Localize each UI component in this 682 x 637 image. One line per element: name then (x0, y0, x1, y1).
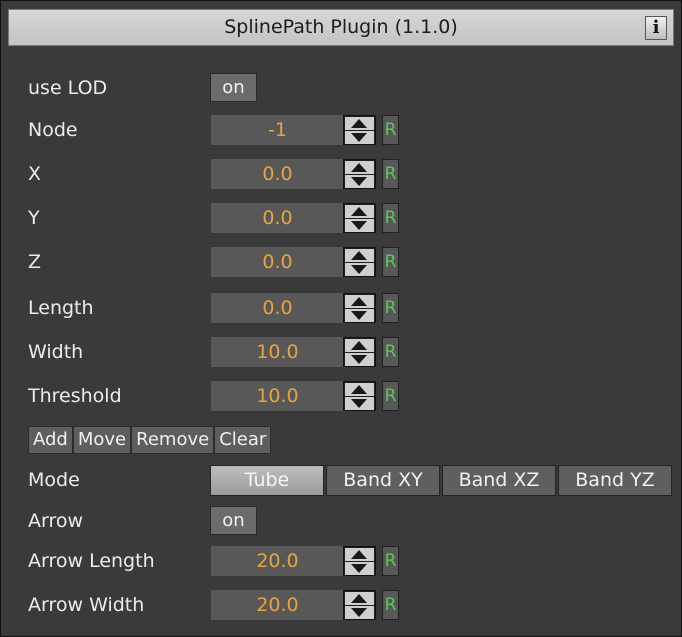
spin-down-icon[interactable] (345, 353, 374, 366)
arrow-length-spinner[interactable] (343, 546, 376, 576)
use-lod-toggle[interactable]: on (210, 73, 257, 102)
param-label-y: Y (28, 207, 40, 229)
mode-option-band-xz[interactable]: Band XZ (442, 465, 556, 496)
spin-up-icon[interactable] (345, 161, 374, 174)
add-button[interactable]: Add (28, 426, 73, 454)
spin-up-icon[interactable] (345, 592, 374, 605)
y-reset-button[interactable]: R (382, 203, 399, 233)
action-button-bar: Add Move Remove Clear (28, 426, 272, 454)
param-label-arrow-width: Arrow Width (28, 594, 145, 616)
arrow-length-value-field[interactable]: 20.0 (211, 546, 344, 576)
x-value-field[interactable]: 0.0 (211, 159, 344, 189)
param-label-width: Width (28, 341, 84, 363)
width-spinner[interactable] (343, 337, 376, 367)
move-button[interactable]: Move (72, 426, 132, 454)
arrow-label: Arrow (28, 510, 84, 532)
mode-option-tube[interactable]: Tube (210, 465, 324, 496)
remove-button[interactable]: Remove (131, 426, 215, 454)
mode-option-band-xy[interactable]: Band XY (326, 465, 440, 496)
y-spinner[interactable] (343, 203, 376, 233)
param-label-z: Z (28, 251, 42, 273)
spin-down-icon[interactable] (345, 131, 374, 144)
param-label-arrow-length: Arrow Length (28, 550, 155, 572)
node-reset-button[interactable]: R (382, 115, 399, 145)
arrow-toggle[interactable]: on (210, 506, 257, 535)
spin-down-icon[interactable] (345, 219, 374, 232)
x-reset-button[interactable]: R (382, 159, 399, 189)
length-value-field[interactable]: 0.0 (211, 293, 344, 323)
arrow-width-reset-button[interactable]: R (382, 590, 399, 620)
spin-down-icon[interactable] (345, 562, 374, 575)
threshold-value-field[interactable]: 10.0 (211, 381, 344, 411)
param-label-node: Node (28, 119, 78, 141)
spin-up-icon[interactable] (345, 249, 374, 262)
spin-down-icon[interactable] (345, 397, 374, 410)
length-reset-button[interactable]: R (382, 293, 399, 323)
arrow-width-spinner[interactable] (343, 590, 376, 620)
info-button[interactable]: i (645, 16, 667, 40)
x-spinner[interactable] (343, 159, 376, 189)
use-lod-label: use LOD (28, 77, 108, 99)
threshold-spinner[interactable] (343, 381, 376, 411)
threshold-reset-button[interactable]: R (382, 381, 399, 411)
y-value-field[interactable]: 0.0 (211, 203, 344, 233)
spin-down-icon[interactable] (345, 309, 374, 322)
z-value-field[interactable]: 0.0 (211, 247, 344, 277)
node-spinner[interactable] (343, 115, 376, 145)
param-label-x: X (28, 163, 42, 185)
spin-down-icon[interactable] (345, 263, 374, 276)
arrow-length-reset-button[interactable]: R (382, 546, 399, 576)
param-label-threshold: Threshold (28, 385, 122, 407)
plugin-title: SplinePath Plugin (1.1.0) (224, 16, 458, 38)
spin-up-icon[interactable] (345, 117, 374, 130)
spin-down-icon[interactable] (345, 606, 374, 619)
arrow-width-value-field[interactable]: 20.0 (211, 590, 344, 620)
param-label-length: Length (28, 297, 94, 319)
z-reset-button[interactable]: R (382, 247, 399, 277)
plugin-panel: SplinePath Plugin (1.1.0) i use LOD on N… (0, 0, 682, 637)
node-value-field[interactable]: -1 (211, 115, 344, 145)
plugin-title-bar: SplinePath Plugin (1.1.0) i (8, 9, 674, 46)
width-value-field[interactable]: 10.0 (211, 337, 344, 367)
spin-up-icon[interactable] (345, 383, 374, 396)
length-spinner[interactable] (343, 293, 376, 323)
z-spinner[interactable] (343, 247, 376, 277)
spin-up-icon[interactable] (345, 295, 374, 308)
spin-up-icon[interactable] (345, 339, 374, 352)
spin-down-icon[interactable] (345, 175, 374, 188)
mode-option-band-yz[interactable]: Band YZ (558, 465, 672, 496)
spin-up-icon[interactable] (345, 205, 374, 218)
width-reset-button[interactable]: R (382, 337, 399, 367)
spin-up-icon[interactable] (345, 548, 374, 561)
clear-button[interactable]: Clear (214, 426, 272, 454)
mode-label: Mode (28, 469, 80, 491)
